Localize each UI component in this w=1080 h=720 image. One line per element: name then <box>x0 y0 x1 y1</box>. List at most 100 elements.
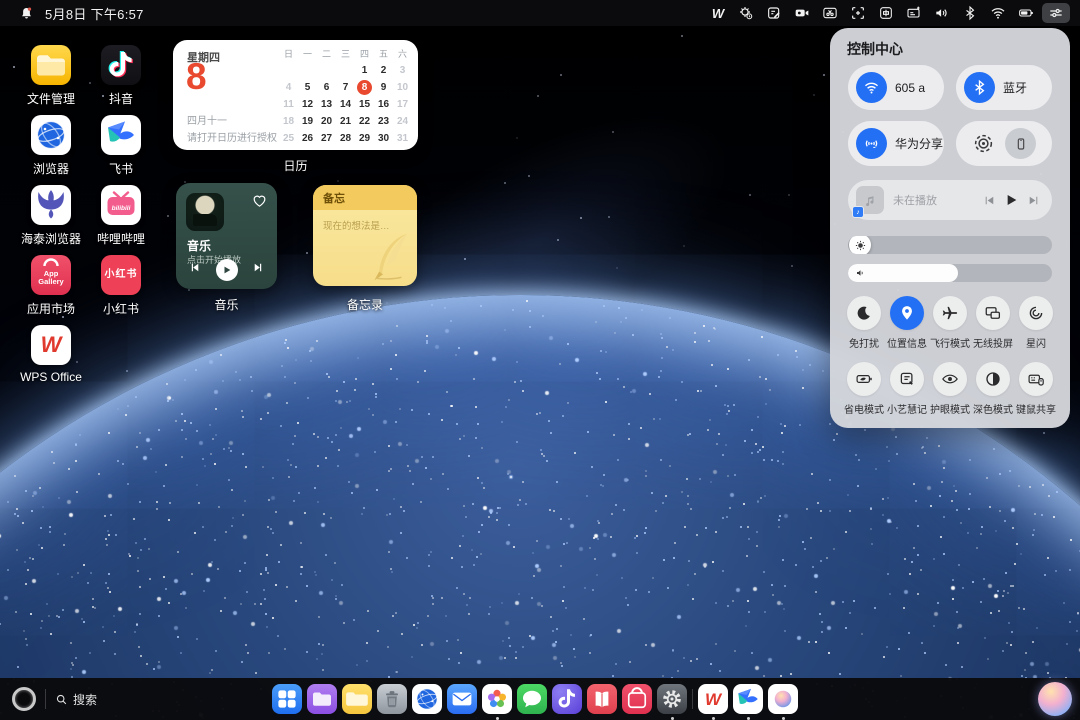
dock-search[interactable]: 搜索 <box>55 691 97 708</box>
calendar-permission-notice: 请打开日历进行授权 <box>187 133 277 144</box>
calendar-weekday-header: 日 <box>283 49 293 59</box>
desktop-icon-label: 海泰浏览器 <box>20 232 81 246</box>
toggle-ai-notes[interactable]: 小艺慧记 <box>885 362 929 416</box>
desktop-icon-wps[interactable]: W WPS Office <box>15 325 87 384</box>
calendar-today: 8 <box>357 80 372 95</box>
music-widget-label: 音乐 <box>214 298 239 312</box>
bluetooth-icon <box>964 72 995 103</box>
desktop-icon-file-manager[interactable]: 文件管理 <box>15 45 87 107</box>
media-app-badge: ♪ <box>852 206 864 218</box>
media-next-button[interactable] <box>1022 189 1044 211</box>
media-prev-button[interactable] <box>978 189 1000 211</box>
toggle-wireless-projection[interactable]: 无线投屏 <box>971 296 1015 350</box>
quill-illustration <box>374 233 408 281</box>
dock-appgallery[interactable] <box>622 684 652 714</box>
wireless-projection-icon <box>976 296 1010 330</box>
dock-messages[interactable] <box>517 684 547 714</box>
desktop-icon-feishu[interactable]: 飞书 <box>85 115 157 177</box>
dock-gallery[interactable] <box>482 684 512 720</box>
bilibili-app-icon: bilibili <box>101 185 141 225</box>
connected-phone-icon[interactable] <box>1005 128 1036 159</box>
brightness-slider[interactable] <box>848 236 1052 254</box>
wifi-tile[interactable]: 605 a <box>848 65 944 110</box>
volume-slider[interactable] <box>848 264 1052 282</box>
volume-tray-icon[interactable] <box>930 3 954 23</box>
music-prev-button[interactable] <box>188 261 201 279</box>
desktop-icon-appgallery[interactable]: App Gallery 应用市场 <box>15 255 87 317</box>
toggle-label: 省电模式 <box>844 405 884 416</box>
desktop-icon-xiaohongshu[interactable]: 小红书 小红书 <box>85 255 157 317</box>
celia-assistant-orb[interactable] <box>1038 682 1072 716</box>
eye-comfort-icon <box>933 362 967 396</box>
bilibili-icon-text: bilibili <box>111 204 131 212</box>
music-play-button[interactable] <box>215 259 238 281</box>
calendar-day: 11 <box>283 99 294 110</box>
bluetooth-tray-icon[interactable] <box>958 3 982 23</box>
calendar-widget[interactable]: 星期四 8 四月十一 请打开日历进行授权 日一二三四五六 1 2 3 4 5 6 7 8 9 10 1… <box>173 40 418 150</box>
bluetooth-tile[interactable]: 蓝牙 <box>956 65 1052 110</box>
dock-files[interactable] <box>307 684 337 714</box>
wps-tray-icon[interactable]: W <box>706 3 730 23</box>
calendar-day <box>319 63 334 78</box>
toggle-dark-mode[interactable]: 深色模式 <box>971 362 1015 416</box>
screen-record-tray-icon[interactable] <box>790 3 814 23</box>
desktop-icon-haitai-browser[interactable]: 海泰浏览器 <box>15 185 87 247</box>
desktop-icon-douyin[interactable]: 抖音 <box>85 45 157 107</box>
dock-settings[interactable] <box>657 684 687 720</box>
airplane-mode-icon <box>933 296 967 330</box>
calendar-weekday-header: 三 <box>340 49 350 59</box>
celia-ring-button[interactable] <box>12 687 36 711</box>
notification-bell-icon[interactable] <box>14 3 38 23</box>
dock-books[interactable] <box>587 684 617 714</box>
toggle-power-saving[interactable]: 省电模式 <box>842 362 886 416</box>
dock-browser[interactable] <box>412 684 442 714</box>
sync-tray-icon[interactable] <box>734 3 758 23</box>
toggle-label: 小艺慧记 <box>887 405 927 416</box>
dock-mail[interactable] <box>447 684 477 714</box>
desktop-icon-browser[interactable]: 浏览器 <box>15 115 87 177</box>
dock-folder[interactable] <box>342 684 372 714</box>
input-method-tray-icon[interactable] <box>874 3 898 23</box>
extend-screen-tray-icon[interactable] <box>902 3 926 23</box>
music-widget[interactable]: 音乐 点击开始播放 <box>176 183 277 289</box>
dock-trash[interactable] <box>377 684 407 714</box>
haitai-browser-app-icon <box>31 185 71 225</box>
music-next-button[interactable] <box>252 261 265 279</box>
dock-wps[interactable]: W <box>698 684 728 720</box>
dock-launcher[interactable] <box>272 684 302 714</box>
nearlink-icon <box>1019 296 1053 330</box>
huawei-share-label: 华为分享 <box>895 137 944 151</box>
screenshot-tray-icon[interactable] <box>818 3 842 23</box>
dock-feishu[interactable] <box>733 684 763 720</box>
dock-celia[interactable] <box>768 684 798 720</box>
calendar-day: 12 <box>301 99 314 110</box>
toggle-airplane-mode[interactable]: 飞行模式 <box>928 296 972 350</box>
toggle-keyboard-mouse-share[interactable]: 键鼠共享 <box>1014 362 1058 416</box>
toggle-location[interactable]: 位置信息 <box>885 296 929 350</box>
calendar-day: 30 <box>377 133 390 144</box>
notes-tray-icon[interactable] <box>762 3 786 23</box>
appgallery-app-icon: App Gallery <box>31 255 71 295</box>
calendar-lunar-date: 四月十一 <box>187 116 227 127</box>
favorite-heart-icon[interactable] <box>251 192 268 209</box>
super-device-tile[interactable] <box>956 121 1052 166</box>
toggle-do-not-disturb[interactable]: 免打扰 <box>842 296 886 350</box>
memo-widget[interactable]: 备忘 现在的想法是… <box>313 185 417 286</box>
calendar-weekday-header: 二 <box>321 49 331 59</box>
menubar-datetime[interactable]: 5月8日 下午6:57 <box>45 4 144 23</box>
screen-clip-tray-icon[interactable] <box>846 3 870 23</box>
wps-icon-text: W <box>40 332 62 358</box>
toggle-eye-comfort[interactable]: 护眼模式 <box>928 362 972 416</box>
calendar-day: 18 <box>282 116 295 127</box>
media-play-button[interactable] <box>1000 189 1022 211</box>
desktop-icon-bilibili[interactable]: bilibili 哔哩哔哩 <box>85 185 157 247</box>
wifi-tray-icon[interactable] <box>986 3 1010 23</box>
dock-music[interactable] <box>552 684 582 714</box>
toggle-nearlink[interactable]: 星闪 <box>1014 296 1058 350</box>
control-center-tray-icon[interactable] <box>1042 3 1070 23</box>
huawei-share-tile[interactable]: 华为分享 <box>848 121 944 166</box>
toggle-label: 位置信息 <box>887 339 927 350</box>
calendar-day: 20 <box>320 116 333 127</box>
control-center-title: 控制中心 <box>847 41 903 57</box>
battery-tray-icon[interactable] <box>1014 3 1038 23</box>
